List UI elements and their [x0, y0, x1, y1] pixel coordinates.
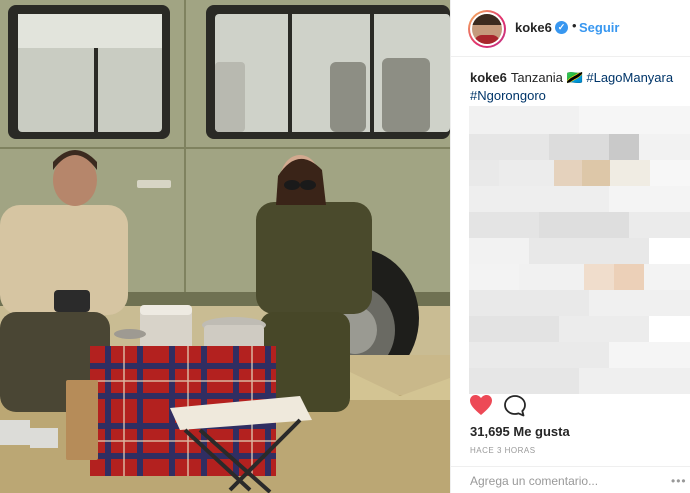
caption-flag-emoji: 🇹🇿	[566, 70, 583, 85]
avatar-hair	[472, 14, 502, 25]
avatar-image	[472, 14, 502, 44]
instagram-post: koke6 ✓ • Seguir koke6 Tanzania 🇹🇿 #LagoM…	[0, 0, 690, 493]
header-username[interactable]: koke6	[515, 20, 552, 35]
header-separator: •	[572, 18, 577, 33]
hashtag-ngorongoro[interactable]: #Ngorongoro	[470, 88, 546, 103]
post-header: koke6 ✓ • Seguir	[451, 0, 690, 57]
follow-button[interactable]: Seguir	[579, 20, 619, 35]
comment-icon[interactable]	[503, 394, 527, 423]
likes-count[interactable]: 31,695 Me gusta	[470, 424, 570, 439]
post-side-panel: koke6 ✓ • Seguir koke6 Tanzania 🇹🇿 #LagoM…	[450, 0, 690, 493]
hashtag-lago-manyara[interactable]: #LagoManyara	[586, 70, 673, 85]
post-photo[interactable]	[0, 0, 450, 493]
avatar-shirt	[474, 35, 500, 44]
add-comment-bar: •••	[451, 466, 690, 493]
safari-photo-illustration	[0, 0, 450, 493]
post-caption: koke6 Tanzania 🇹🇿 #LagoManyara #Ngorongor…	[470, 69, 685, 105]
avatar[interactable]	[468, 10, 506, 48]
caption-text: Tanzania	[510, 70, 563, 85]
verified-badge-icon: ✓	[555, 21, 568, 34]
more-options-icon[interactable]: •••	[671, 474, 687, 488]
action-bar	[451, 392, 690, 422]
comment-input[interactable]	[470, 474, 665, 488]
pixelated-comments	[469, 106, 690, 396]
heart-icon[interactable]	[469, 394, 493, 421]
caption-username[interactable]: koke6	[470, 70, 507, 85]
post-timestamp: HACE 3 HORAS	[470, 446, 536, 455]
